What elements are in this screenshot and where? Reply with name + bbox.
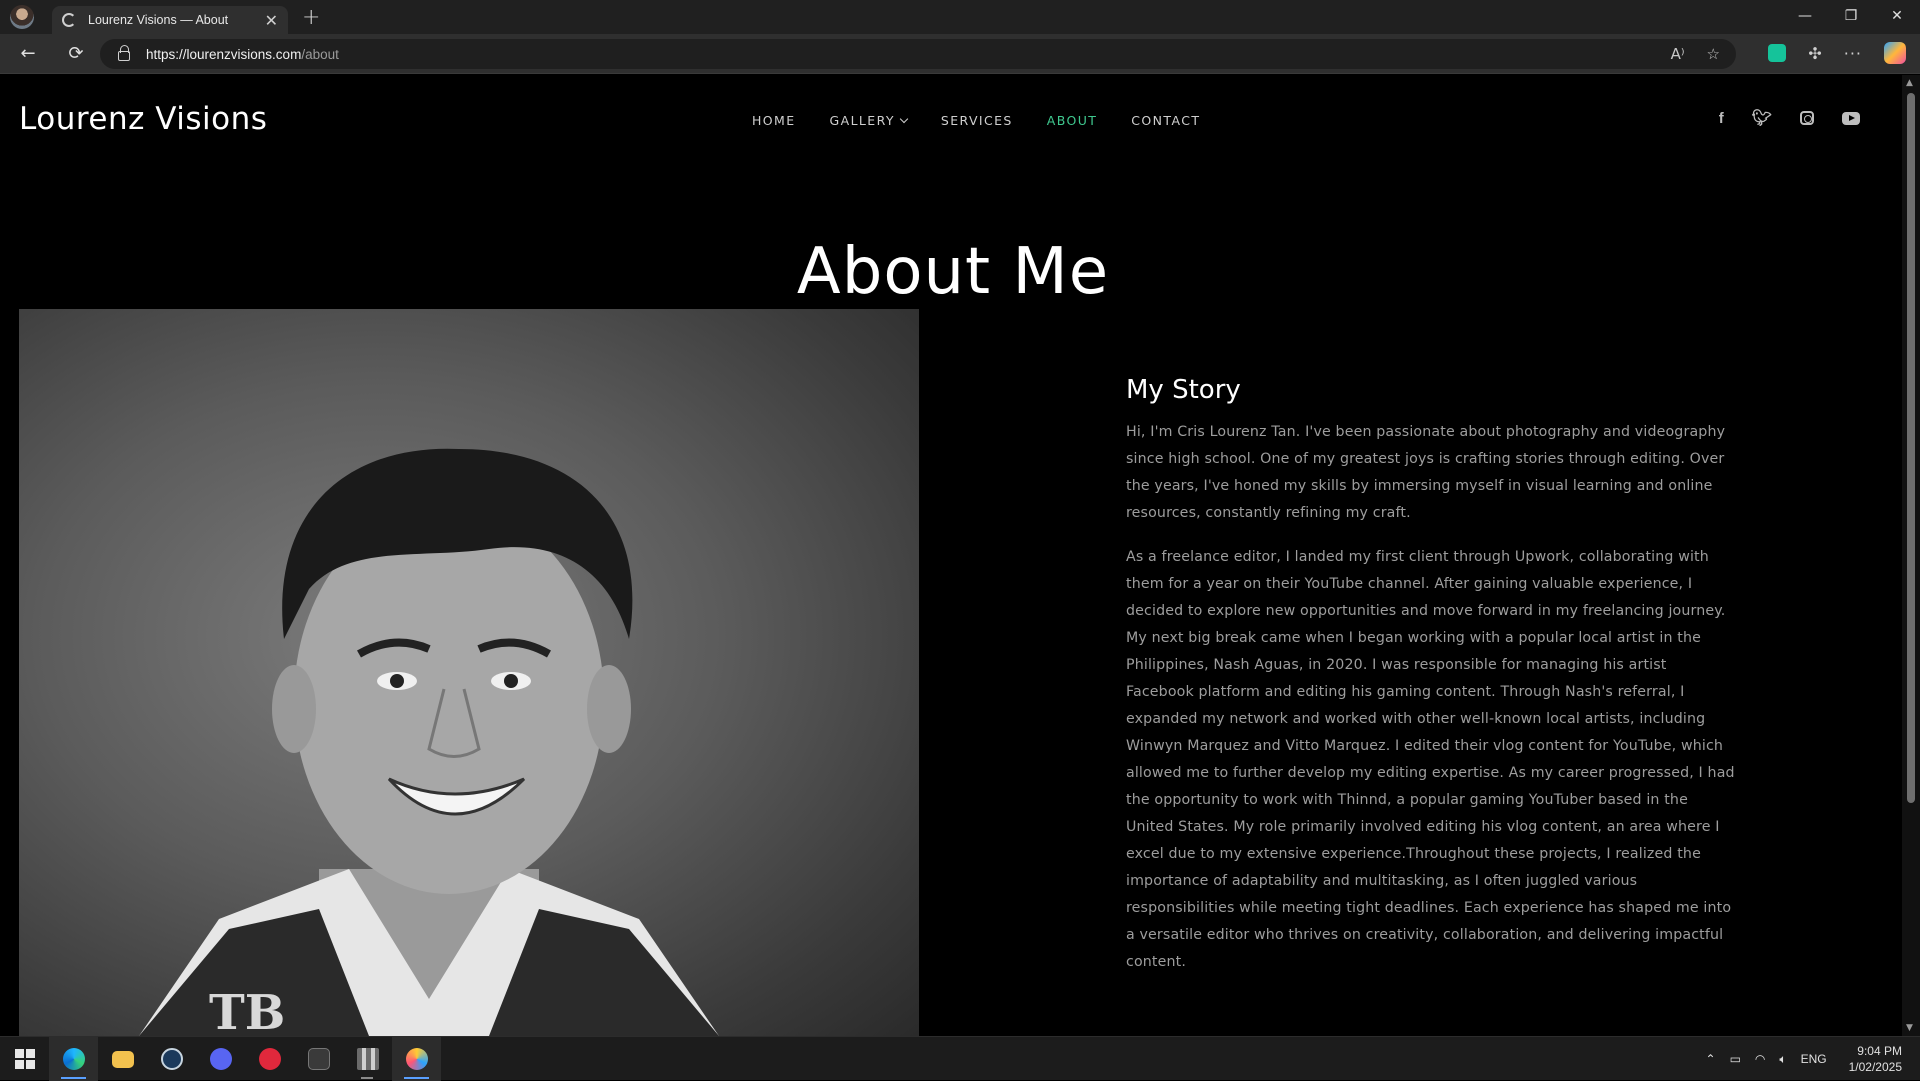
more-menu-icon[interactable]: ··· bbox=[1844, 44, 1862, 63]
restore-button[interactable]: ❐ bbox=[1828, 0, 1874, 34]
folder-icon bbox=[112, 1051, 134, 1068]
app-dark-icon bbox=[308, 1048, 330, 1070]
instagram-icon[interactable] bbox=[1800, 111, 1814, 125]
chevron-up-icon[interactable]: ⌃ bbox=[1706, 1052, 1716, 1066]
scroll-up-arrow[interactable]: ▲ bbox=[1906, 78, 1913, 88]
taskbar-app-red[interactable] bbox=[245, 1037, 294, 1081]
scrollbar-thumb[interactable] bbox=[1907, 93, 1915, 803]
taskbar-discord[interactable] bbox=[196, 1037, 245, 1081]
address-bar[interactable]: https://lourenzvisions.com/about A⁾ ☆ bbox=[100, 39, 1736, 69]
social-links: f 🐦︎ bbox=[1719, 108, 1860, 128]
close-window-button[interactable]: ✕ bbox=[1874, 0, 1920, 34]
language-indicator[interactable]: ENG bbox=[1801, 1052, 1827, 1066]
story-heading: My Story bbox=[1126, 375, 1736, 405]
taskbar-app-dark[interactable] bbox=[294, 1037, 343, 1081]
portrait-illustration: TB bbox=[19, 309, 919, 1036]
site-logo[interactable]: Lourenz Visions bbox=[19, 101, 267, 137]
lock-icon[interactable] bbox=[118, 51, 130, 61]
nav-gallery[interactable]: GALLERY bbox=[830, 113, 907, 128]
extension-icon[interactable] bbox=[1768, 44, 1786, 62]
edge-icon bbox=[63, 1048, 85, 1070]
clock-date: 1/02/2025 bbox=[1849, 1059, 1902, 1075]
read-aloud-icon[interactable]: A⁾ bbox=[1671, 45, 1685, 63]
windows-taskbar: ⌃ ▭ ◠ 🔈︎ ENG 9:04 PM 1/02/2025 bbox=[0, 1036, 1920, 1080]
windows-logo-icon bbox=[15, 1049, 35, 1069]
url-path: /about bbox=[301, 47, 339, 62]
page-viewport: Lourenz Visions HOME GALLERY SERVICES AB… bbox=[4, 75, 1902, 1036]
profile-avatar[interactable] bbox=[10, 5, 34, 29]
steam-icon bbox=[161, 1048, 183, 1070]
nav-gallery-label: GALLERY bbox=[830, 113, 895, 128]
youtube-icon[interactable] bbox=[1842, 112, 1860, 125]
chevron-down-icon bbox=[900, 114, 908, 122]
refresh-button[interactable]: ⟳ bbox=[58, 43, 94, 64]
minecraft-icon bbox=[357, 1048, 379, 1070]
app-red-icon bbox=[259, 1048, 281, 1070]
facebook-icon[interactable]: f bbox=[1719, 110, 1724, 127]
page-title: About Me bbox=[4, 235, 1902, 309]
system-tray: ⌃ ▭ ◠ 🔈︎ ENG 9:04 PM 1/02/2025 bbox=[1706, 1037, 1920, 1081]
taskbar-file-explorer[interactable] bbox=[98, 1037, 147, 1081]
taskbar-steam[interactable] bbox=[147, 1037, 196, 1081]
nav-home[interactable]: HOME bbox=[752, 113, 796, 128]
nav-about[interactable]: ABOUT bbox=[1047, 113, 1098, 128]
portrait-photo: TB bbox=[19, 309, 919, 1036]
clock[interactable]: 9:04 PM 1/02/2025 bbox=[1849, 1043, 1902, 1075]
paint-icon bbox=[406, 1048, 428, 1070]
main-nav: HOME GALLERY SERVICES ABOUT CONTACT bbox=[752, 113, 1200, 128]
volume-icon[interactable]: 🔈︎ bbox=[1779, 1052, 1786, 1067]
taskbar-edge[interactable] bbox=[49, 1037, 98, 1081]
nav-services[interactable]: SERVICES bbox=[941, 113, 1013, 128]
story-section: My Story Hi, I'm Cris Lourenz Tan. I've … bbox=[1126, 375, 1736, 993]
story-paragraph-2: As a freelance editor, I landed my first… bbox=[1126, 544, 1736, 976]
story-paragraph-1: Hi, I'm Cris Lourenz Tan. I've been pass… bbox=[1126, 419, 1736, 527]
battery-icon[interactable]: ▭ bbox=[1730, 1052, 1741, 1066]
twitter-icon[interactable]: 🐦︎ bbox=[1752, 108, 1772, 128]
taskbar-app-paint[interactable] bbox=[392, 1037, 441, 1081]
discord-icon bbox=[210, 1048, 232, 1070]
nav-contact[interactable]: CONTACT bbox=[1131, 113, 1200, 128]
tab-loading-icon bbox=[62, 13, 76, 27]
url-host: https://lourenzvisions.com bbox=[146, 47, 301, 62]
minimize-button[interactable]: — bbox=[1782, 0, 1828, 34]
scroll-down-arrow[interactable]: ▼ bbox=[1906, 1023, 1913, 1033]
close-tab-icon[interactable]: ✕ bbox=[265, 11, 278, 30]
browser-toolbar: ← ⟳ https://lourenzvisions.com/about A⁾ … bbox=[0, 34, 1920, 74]
svg-text:TB: TB bbox=[209, 985, 285, 1036]
copilot-icon[interactable] bbox=[1884, 42, 1906, 64]
page-scrollbar[interactable]: ▲ ▼ bbox=[1902, 75, 1920, 1036]
clock-time: 9:04 PM bbox=[1849, 1043, 1902, 1059]
site-header: Lourenz Visions HOME GALLERY SERVICES AB… bbox=[4, 75, 1902, 163]
wifi-icon[interactable]: ◠ bbox=[1755, 1052, 1765, 1066]
start-button[interactable] bbox=[0, 1037, 49, 1081]
tab-title: Lourenz Visions — About bbox=[88, 13, 265, 27]
back-button[interactable]: ← bbox=[10, 43, 46, 64]
window-controls: — ❐ ✕ bbox=[1782, 0, 1920, 34]
taskbar-minecraft[interactable] bbox=[343, 1037, 392, 1081]
browser-tab-active[interactable]: Lourenz Visions — About ✕ bbox=[52, 6, 288, 34]
favorite-star-icon[interactable]: ☆ bbox=[1707, 45, 1720, 63]
extensions-puzzle-icon[interactable]: ✣ bbox=[1808, 44, 1821, 63]
url-text[interactable]: https://lourenzvisions.com/about bbox=[146, 47, 339, 62]
browser-tab-bar: Lourenz Visions — About ✕ + — ❐ ✕ bbox=[0, 0, 1920, 34]
new-tab-button[interactable]: + bbox=[302, 5, 320, 30]
